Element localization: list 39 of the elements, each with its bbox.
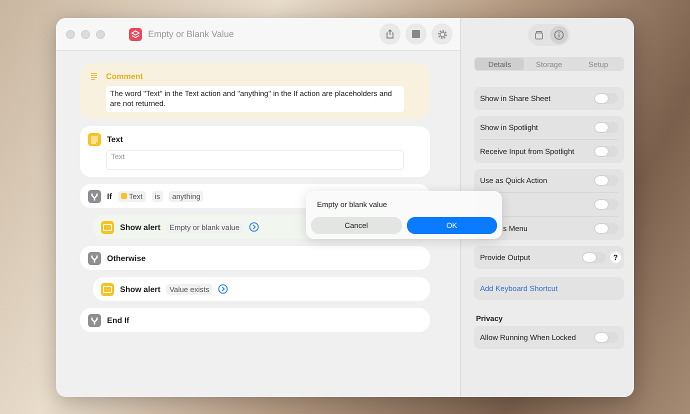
branch-icon — [88, 314, 101, 326]
toggle-switch[interactable] — [594, 332, 618, 343]
alert-window-icon — [101, 220, 114, 234]
alert-window-icon — [101, 282, 114, 296]
window-title: Empty or Blank Value — [148, 29, 235, 39]
branch-icon — [88, 190, 101, 202]
share-button[interactable] — [380, 24, 400, 44]
toggle-switch[interactable] — [594, 146, 618, 157]
share-icon — [385, 29, 395, 39]
window-control-dot[interactable] — [81, 30, 90, 38]
window-control-dot[interactable] — [66, 30, 75, 38]
action-title: End If — [107, 316, 130, 324]
branch-icon — [88, 252, 101, 264]
stop-button[interactable] — [406, 24, 426, 44]
drawer-icon — [534, 30, 544, 40]
chevron-circle-icon — [218, 284, 228, 294]
settings-button[interactable] — [432, 24, 452, 44]
chevron-circle-icon — [248, 222, 258, 232]
toggle-switch[interactable] — [594, 122, 618, 133]
toggle-switch[interactable] — [594, 175, 618, 186]
action-title: If — [107, 192, 112, 200]
action-title: Show alert — [120, 284, 160, 294]
info-icon — [554, 30, 564, 40]
settings-icon — [436, 28, 448, 40]
window-control-dot[interactable] — [96, 30, 105, 38]
text-lines-icon — [88, 133, 101, 146]
toggle-switch[interactable] — [594, 199, 618, 210]
variable-icon — [120, 193, 127, 199]
action-title: Text — [107, 135, 123, 144]
lines-icon — [88, 70, 100, 82]
comment-title: Comment — [106, 72, 143, 80]
stop-icon — [412, 30, 420, 38]
panel-button[interactable] — [550, 26, 568, 44]
action-title: Otherwise — [107, 254, 146, 262]
toggle-switch[interactable] — [594, 93, 618, 104]
toggle-switch[interactable] — [594, 223, 618, 234]
toggle-switch[interactable] — [582, 252, 606, 263]
action-title: Show alert — [120, 222, 160, 232]
stacked-layers-icon — [129, 28, 142, 40]
